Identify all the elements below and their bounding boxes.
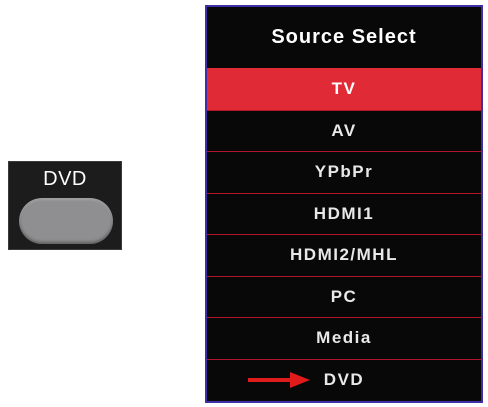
- dvd-button[interactable]: [19, 198, 113, 244]
- source-select-menu: Source Select TV AV YPbPr HDMI1 HDMI2/MH…: [205, 5, 483, 403]
- remote-dvd-key: DVD: [8, 161, 122, 250]
- source-item-media[interactable]: Media: [207, 317, 481, 359]
- source-item-label: YPbPr: [314, 162, 374, 182]
- source-item-label: HDMI1: [313, 203, 375, 223]
- source-item-label: DVD: [323, 369, 365, 389]
- source-item-label: TV: [331, 79, 357, 99]
- source-item-label: HDMI2/MHL: [290, 245, 398, 265]
- remote-key-label: DVD: [43, 168, 87, 190]
- source-item-av[interactable]: AV: [207, 109, 481, 151]
- source-item-ypbpr[interactable]: YPbPr: [207, 151, 481, 193]
- source-item-dvd[interactable]: DVD: [207, 358, 481, 400]
- source-item-label: Media: [316, 328, 372, 348]
- menu-title: Source Select: [207, 7, 481, 68]
- source-item-label: AV: [331, 120, 357, 140]
- source-item-label: PC: [330, 286, 358, 306]
- source-item-hdmi2-mhl[interactable]: HDMI2/MHL: [207, 234, 481, 276]
- source-item-hdmi1[interactable]: HDMI1: [207, 192, 481, 234]
- source-item-pc[interactable]: PC: [207, 275, 481, 317]
- right-arrow-icon: [248, 371, 310, 388]
- source-item-tv[interactable]: TV: [207, 68, 481, 110]
- source-list: TV AV YPbPr HDMI1 HDMI2/MHL PC Media DVD: [207, 68, 481, 400]
